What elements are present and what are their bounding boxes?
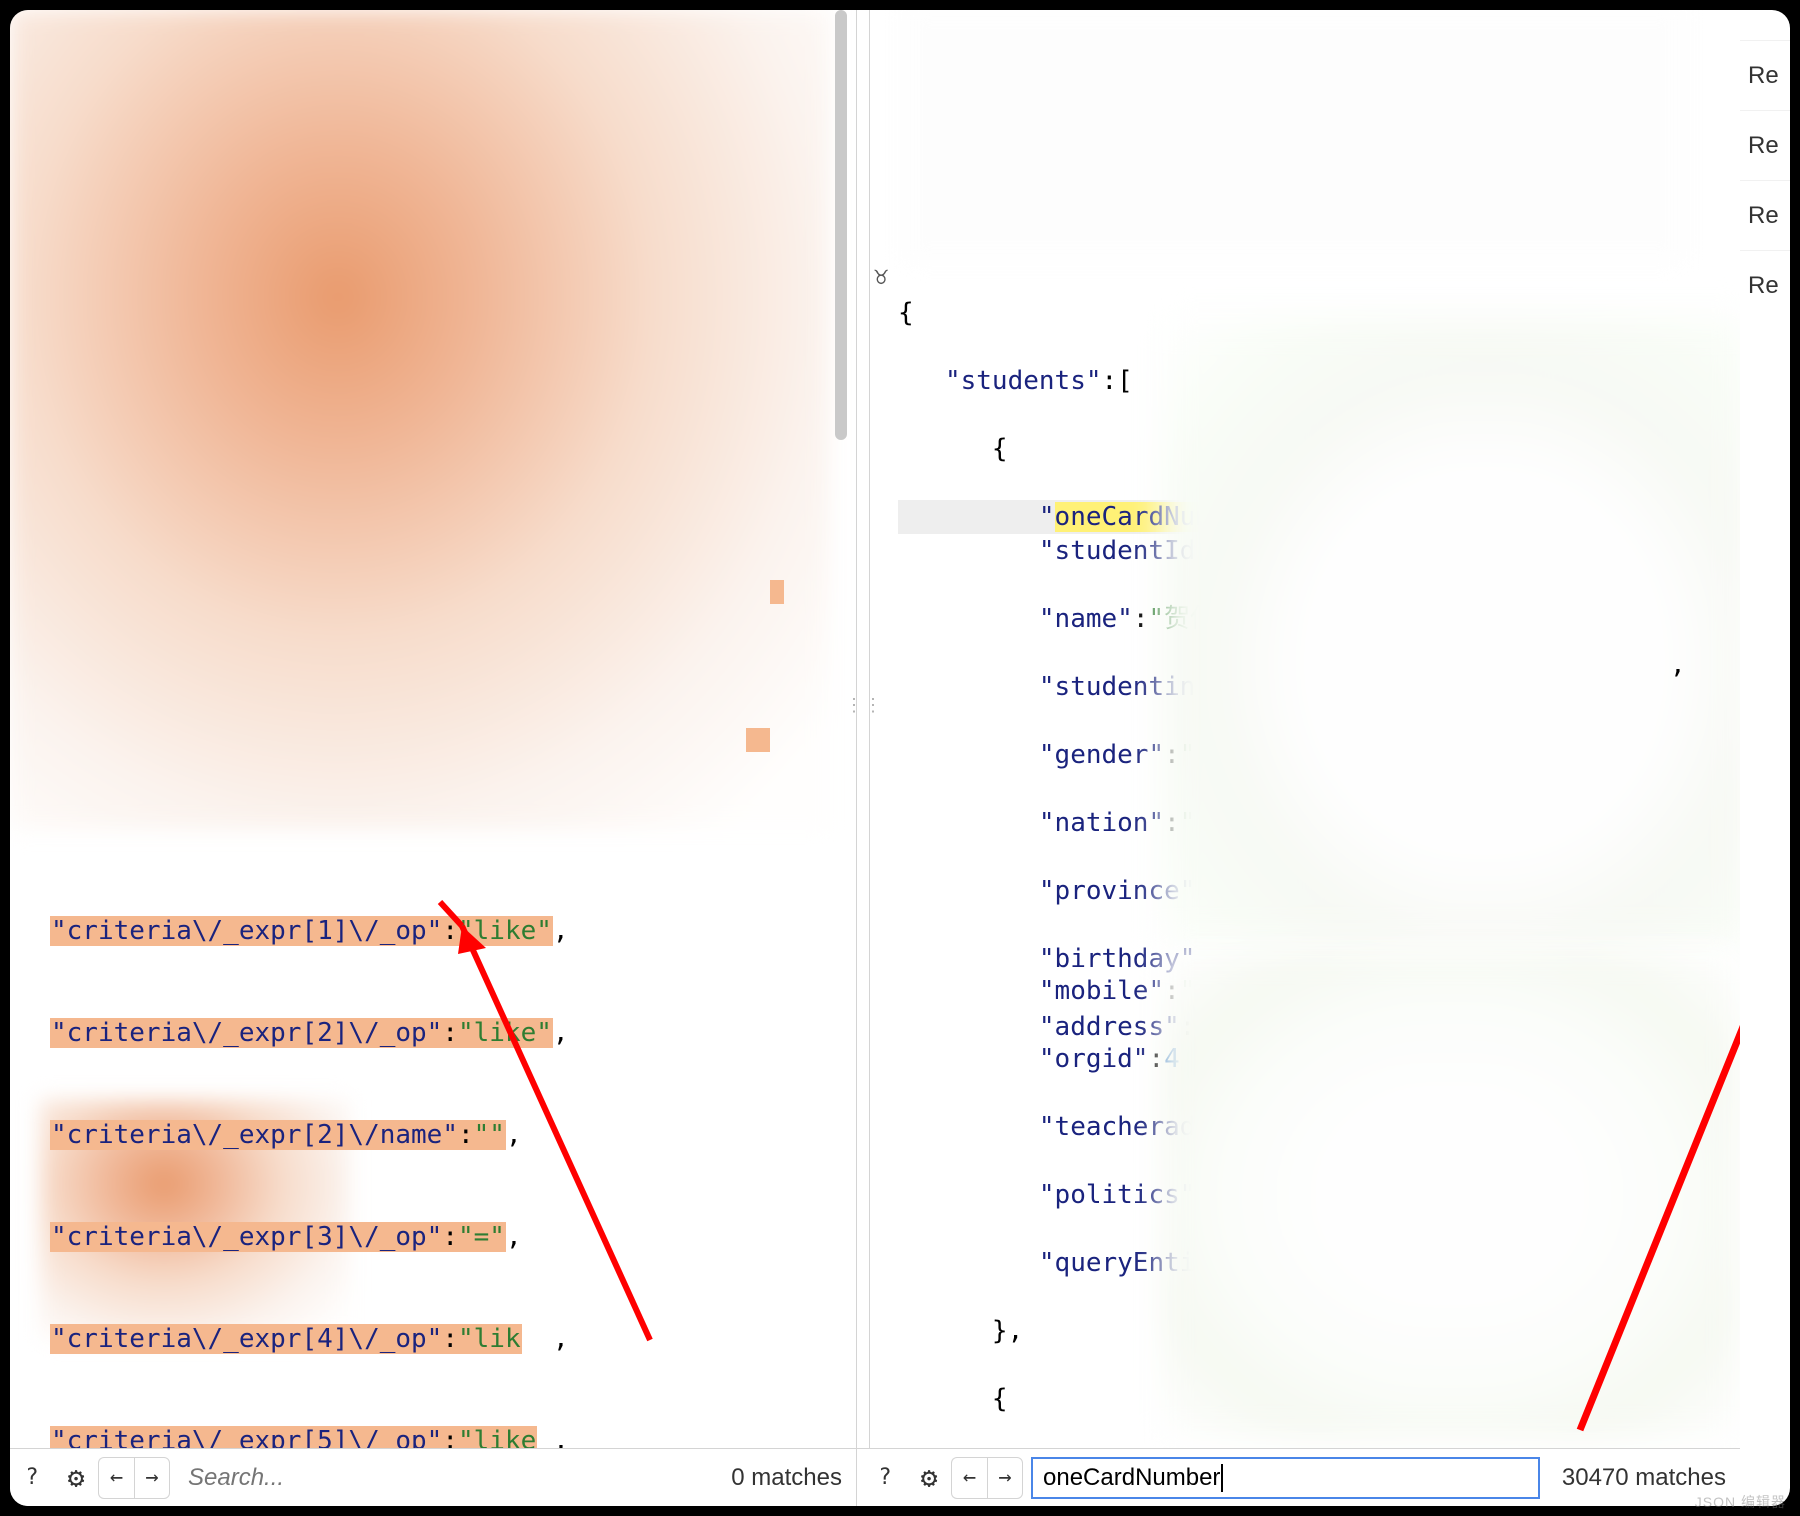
next-match-button[interactable]: →: [134, 1457, 170, 1499]
right-search-input[interactable]: oneCardNumber: [1031, 1457, 1540, 1499]
request-pane: "criteria\/_expr[1]\/_op":"like", "crite…: [10, 10, 856, 1448]
gear-icon[interactable]: ⚙: [56, 1457, 96, 1499]
side-button[interactable]: Re: [1740, 180, 1790, 250]
left-match-count: 0 matches: [717, 1464, 856, 1492]
pane-splitter[interactable]: ⋮⋮: [856, 10, 870, 1448]
infinity-icon: ♉: [874, 262, 888, 290]
right-match-count: 30470 matches: [1548, 1464, 1740, 1492]
redacted-region: [904, 10, 1684, 260]
watermark: JSON 编辑器: [1695, 1492, 1786, 1512]
app-frame: "criteria\/_expr[1]\/_op":"like", "crite…: [10, 10, 1790, 1506]
highlight-chip: [770, 580, 784, 604]
help-icon[interactable]: ?: [12, 1457, 52, 1499]
request-code[interactable]: "criteria\/_expr[1]\/_op":"like", "crite…: [50, 846, 852, 1448]
trailing-comma: ,: [1670, 650, 1686, 680]
side-button[interactable]: Re: [1740, 40, 1790, 110]
side-button[interactable]: Re: [1740, 110, 1790, 180]
redacted-region: [10, 10, 830, 830]
left-search-input[interactable]: [178, 1457, 709, 1499]
help-icon[interactable]: ?: [865, 1457, 905, 1499]
bottom-bar: ? ⚙ ← → 0 matches ? ⚙ ← → oneCardNumber …: [10, 1448, 1740, 1506]
scrollbar-thumb[interactable]: [835, 10, 847, 440]
side-button[interactable]: Re: [1740, 250, 1790, 320]
search-bar-left: ? ⚙ ← → 0 matches: [10, 1449, 856, 1506]
text-caret: [1221, 1464, 1223, 1492]
next-match-button[interactable]: →: [987, 1457, 1023, 1499]
prev-match-button[interactable]: ←: [951, 1457, 987, 1499]
redacted-region: [1160, 950, 1740, 1440]
response-pane: ♉ { "students":[ { "oneCardNum "studentI…: [870, 10, 1740, 1448]
left-scrollbar[interactable]: [832, 10, 850, 1448]
splitter-handle-icon: ⋮⋮: [858, 690, 870, 720]
prev-match-button[interactable]: ←: [98, 1457, 134, 1499]
gear-icon[interactable]: ⚙: [909, 1457, 949, 1499]
side-button-column: Re Re Re Re: [1740, 40, 1790, 1448]
redacted-region: [1160, 316, 1740, 946]
search-bar-right: ? ⚙ ← → oneCardNumber 30470 matches: [856, 1449, 1740, 1506]
highlight-chip: [746, 728, 770, 752]
